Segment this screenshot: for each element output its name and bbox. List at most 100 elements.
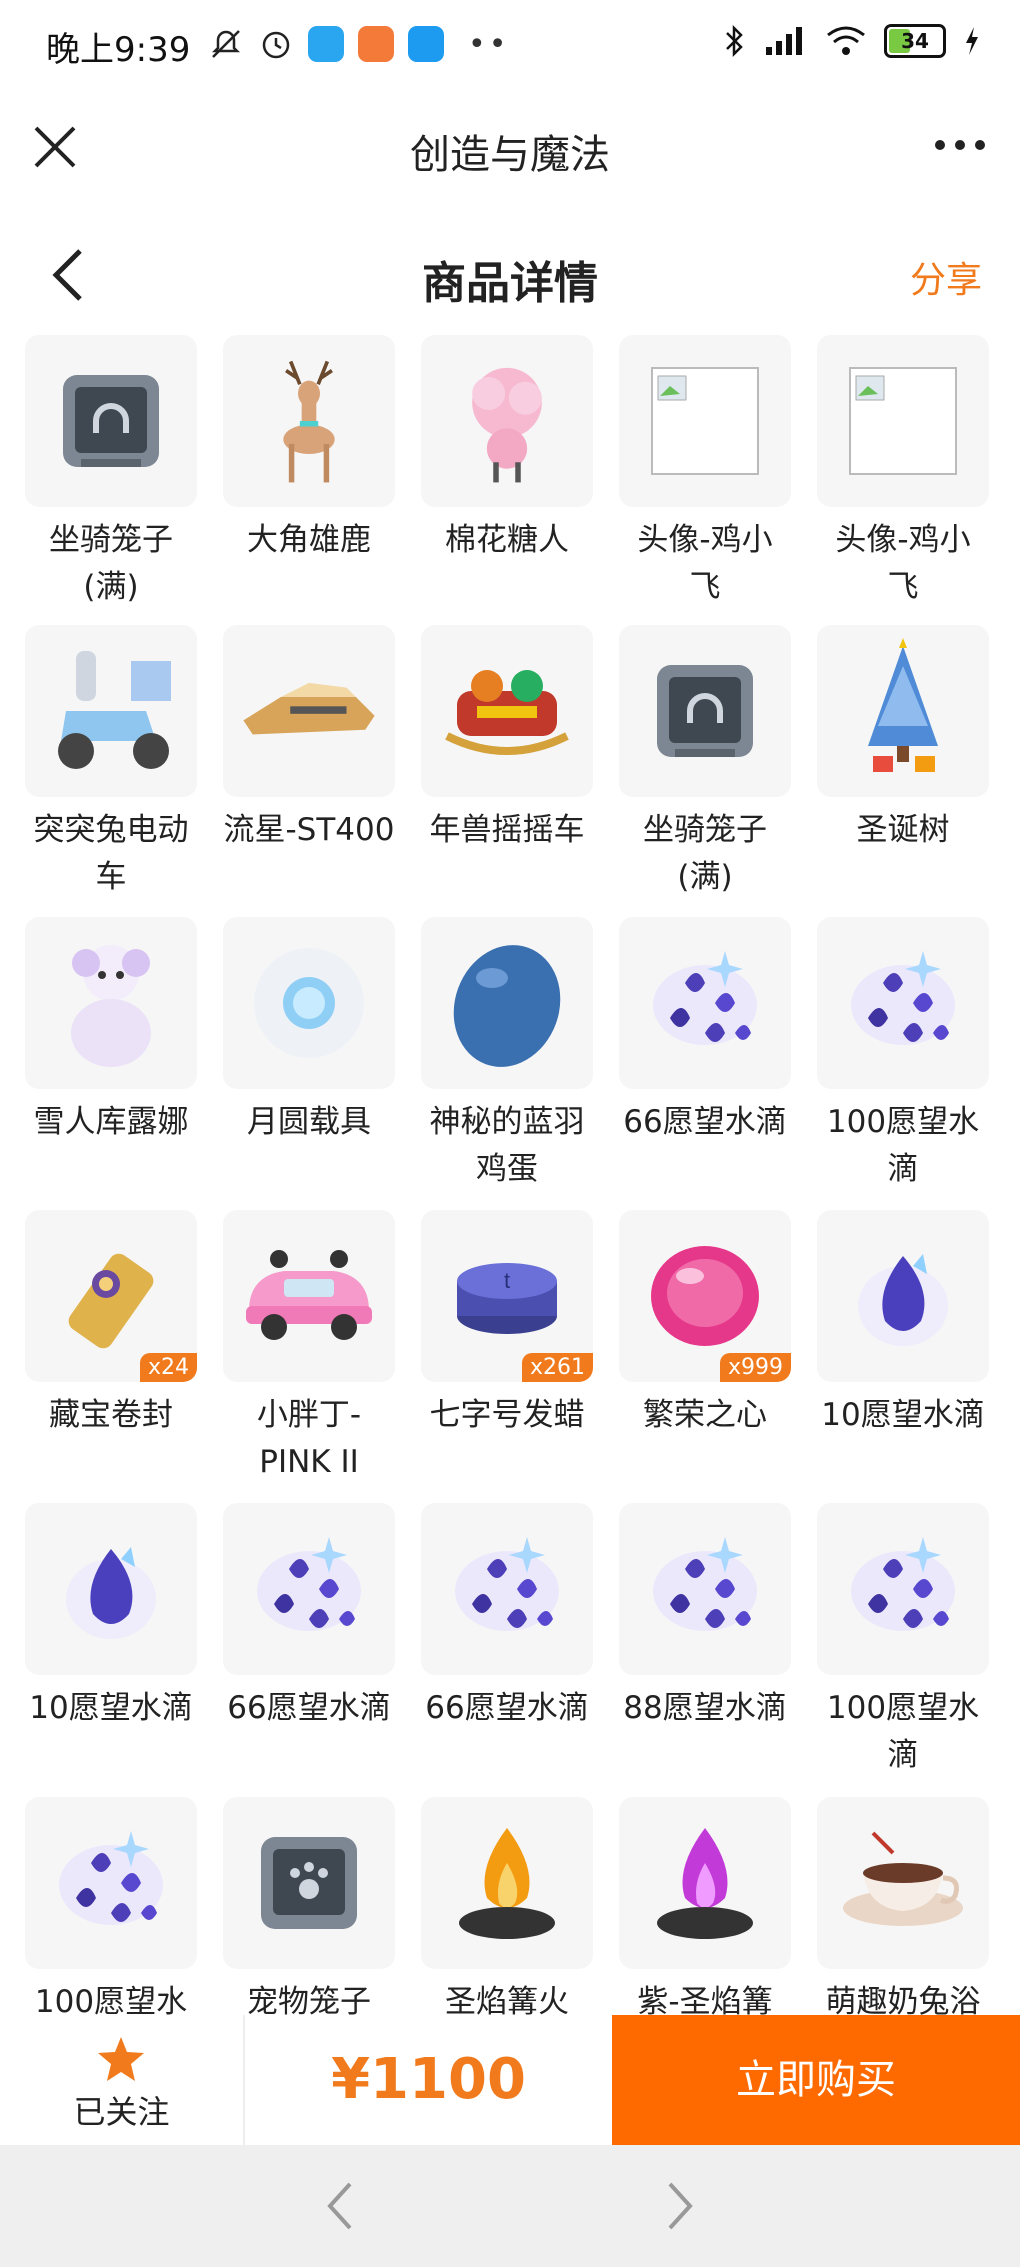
item-name: 10愿望水滴	[29, 1690, 193, 1726]
christmas-tree-icon	[817, 625, 989, 797]
status-bar: 晚上9:39 •• 34	[0, 0, 1020, 90]
list-item[interactable]: 流星-ST400	[214, 625, 404, 854]
nav-back-icon[interactable]	[320, 2180, 360, 2232]
item-name: 100愿望水 滴	[826, 1104, 980, 1187]
vehicle-icon	[223, 625, 395, 797]
alarm-icon	[262, 31, 290, 59]
status-notification-icons: ••	[208, 26, 509, 62]
pet-cage-icon	[223, 1797, 395, 1969]
list-item[interactable]: 头像-鸡小 飞	[808, 335, 998, 611]
bonfire-icon	[421, 1797, 593, 1969]
chat-notify-icon	[408, 26, 444, 62]
list-item[interactable]: 88愿望水滴	[610, 1503, 800, 1732]
item-name: 66愿望水滴	[623, 1104, 787, 1140]
item-name: 藏宝卷封	[49, 1397, 173, 1433]
list-item[interactable]: 66愿望水滴	[610, 917, 800, 1146]
list-item[interactable]: 紫-圣焰篝	[610, 1797, 800, 2015]
app-notify-icon	[308, 26, 344, 62]
list-item[interactable]: 圣焰篝火	[412, 1797, 602, 2015]
more-options-icon[interactable]	[930, 130, 990, 160]
deer-icon	[223, 335, 395, 507]
heart-gem-icon: x999	[619, 1210, 791, 1382]
scroll-icon: x24	[25, 1210, 197, 1382]
status-right: 34	[724, 24, 980, 58]
list-item[interactable]: 月圆载具	[214, 917, 404, 1146]
list-item[interactable]: t x261 七字号发蜡	[412, 1210, 602, 1439]
item-name: 头像-鸡小 飞	[637, 522, 773, 605]
buy-now-button[interactable]: 立即购买	[612, 2015, 1020, 2145]
item-name: 10愿望水滴	[821, 1397, 985, 1433]
item-name: 大角雄鹿	[247, 522, 371, 558]
bluetooth-icon	[726, 24, 743, 58]
list-item[interactable]: 100愿望水 滴	[808, 1503, 998, 1779]
mute-icon	[211, 30, 241, 58]
list-item[interactable]: 年兽摇摇车	[412, 625, 602, 854]
list-item[interactable]: 10愿望水滴	[16, 1503, 206, 1732]
browser-nav-bar	[0, 2145, 1020, 2267]
list-item[interactable]: 萌趣奶兔浴	[808, 1797, 998, 2015]
list-item[interactable]: x24 藏宝卷封	[16, 1210, 206, 1439]
broken-image-icon	[619, 335, 791, 507]
share-button[interactable]: 分享	[910, 251, 982, 303]
more-notifications-icon: ••	[468, 26, 510, 62]
wax-icon: t x261	[421, 1210, 593, 1382]
item-name: 繁荣之心	[643, 1397, 767, 1433]
snowman-icon	[25, 917, 197, 1089]
list-item[interactable]: 大角雄鹿	[214, 335, 404, 564]
price: ¥1100	[331, 2047, 526, 2112]
battery-icon: 34	[884, 24, 946, 58]
teacup-icon	[817, 1797, 989, 1969]
wish-drops-icon	[25, 1797, 197, 1969]
item-name: 流星-ST400	[223, 812, 395, 848]
pink-car-icon	[223, 1210, 395, 1382]
item-name: 88愿望水滴	[623, 1690, 787, 1726]
cotton-candy-icon	[421, 335, 593, 507]
single-drop-icon	[25, 1503, 197, 1675]
wifi-icon	[827, 26, 865, 55]
list-item[interactable]: 66愿望水滴	[412, 1503, 602, 1732]
scooter-icon	[25, 625, 197, 797]
quantity-badge: x999	[719, 1353, 791, 1382]
list-item[interactable]: 突突兔电动 车	[16, 625, 206, 901]
quantity-badge: x261	[521, 1353, 593, 1382]
signal-icon	[766, 27, 802, 55]
list-item[interactable]: 头像-鸡小 飞	[610, 335, 800, 611]
wish-drops-icon	[817, 917, 989, 1089]
list-item[interactable]: 神秘的蓝羽 鸡蛋	[412, 917, 602, 1193]
item-name: 头像-鸡小 飞	[835, 522, 971, 605]
follow-button[interactable]: 已关注	[0, 2015, 245, 2145]
wish-drops-icon	[817, 1503, 989, 1675]
list-item[interactable]: 小胖丁- PINK II	[214, 1210, 404, 1486]
item-name: 神秘的蓝羽 鸡蛋	[429, 1104, 585, 1187]
follow-label: 已关注	[73, 2093, 170, 2131]
list-item[interactable]: 宠物笼子	[214, 1797, 404, 2015]
item-name: 66愿望水滴	[227, 1690, 391, 1726]
list-item[interactable]: 10愿望水滴	[808, 1210, 998, 1439]
item-name: 年兽摇摇车	[429, 812, 585, 848]
purple-bonfire-icon	[619, 1797, 791, 1969]
egg-icon	[421, 917, 593, 1089]
cage-icon	[25, 335, 197, 507]
item-name: 棉花糖人	[445, 522, 569, 558]
list-item[interactable]: 棉花糖人	[412, 335, 602, 564]
list-item[interactable]: x999 繁荣之心	[610, 1210, 800, 1439]
item-name: 萌趣奶兔浴	[825, 1984, 981, 2015]
battery-level: 34	[901, 29, 929, 53]
svg-text:t: t	[504, 1268, 510, 1293]
single-drop-icon	[817, 1210, 989, 1382]
window-title: 创造与魔法	[410, 132, 610, 178]
list-item[interactable]: 100愿望水 滴	[808, 917, 998, 1193]
list-item[interactable]: 坐骑笼子 (满)	[610, 625, 800, 901]
item-name: 100愿望水 滴	[826, 1690, 980, 1773]
list-item[interactable]: 100愿望水	[16, 1797, 206, 2015]
list-item[interactable]: 圣诞树	[808, 625, 998, 854]
nav-forward-icon[interactable]	[660, 2180, 700, 2232]
list-item[interactable]: 66愿望水滴	[214, 1503, 404, 1732]
list-item[interactable]: 坐骑笼子 (满)	[16, 335, 206, 611]
star-icon	[98, 2037, 144, 2081]
list-item[interactable]: 雪人库露娜	[16, 917, 206, 1146]
bottom-action-bar: 已关注 ¥1100 立即购买	[0, 2015, 1020, 2145]
item-name: 小胖丁- PINK II	[256, 1397, 362, 1480]
charging-icon	[966, 27, 978, 55]
item-name: 100愿望水	[34, 1984, 188, 2015]
